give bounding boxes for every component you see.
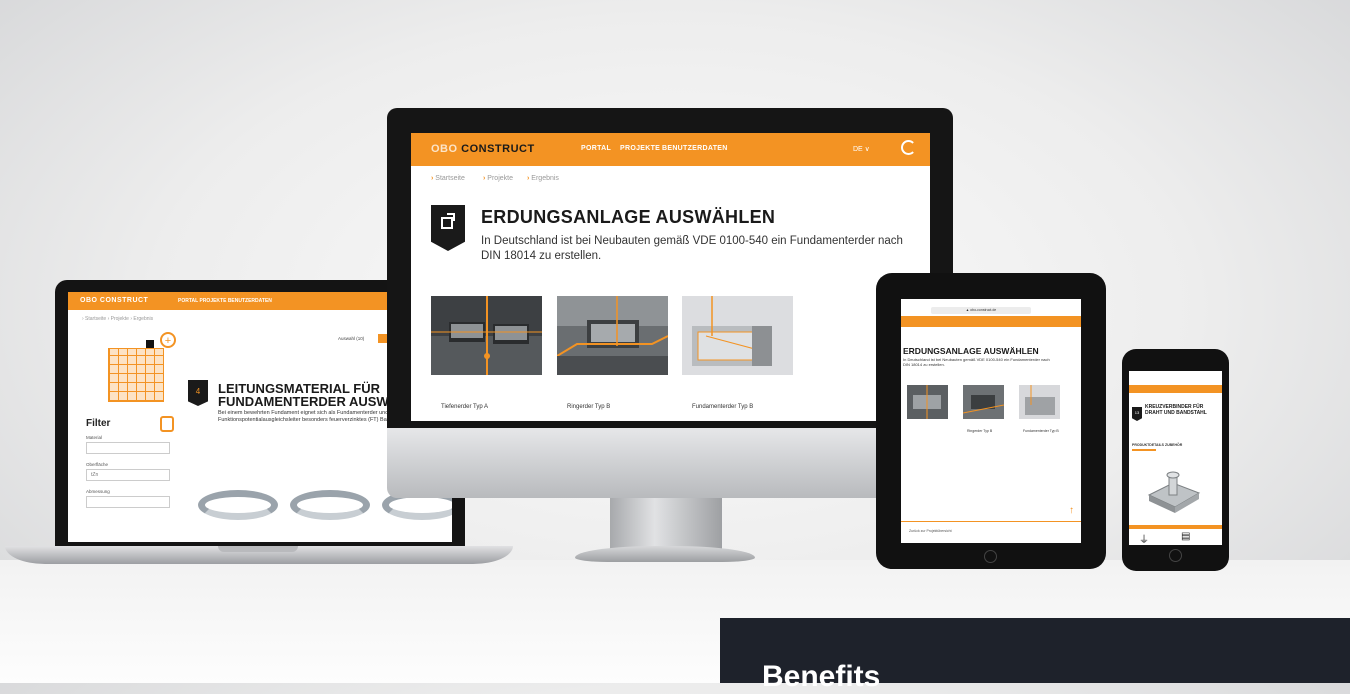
tablet-card-caption: Fundamenterder Typ B <box>1023 429 1059 433</box>
tablet-home-button[interactable] <box>984 550 997 563</box>
card-caption: Tiefenerder Typ A <box>441 404 489 410</box>
page-title: ERDUNGSANLAGE AUSWÄHLEN <box>481 207 776 227</box>
nav-portal[interactable]: PORTAL <box>581 145 611 152</box>
logout-icon[interactable] <box>901 140 916 155</box>
tablet-card-caption: Ringerder Typ B <box>967 429 993 433</box>
phone-bottom-bar <box>1129 525 1222 529</box>
steel-strip-coil-image[interactable] <box>198 490 278 520</box>
nav-projekte[interactable]: PROJEKTE <box>620 145 660 152</box>
phone-home-button[interactable] <box>1169 549 1182 562</box>
surface-label: Oberfläche <box>86 462 109 467</box>
card-caption: Fundamenterder Typ B <box>692 404 754 410</box>
laptop-select-label: Auswahl (10) <box>338 336 365 341</box>
phone-screen: 13 KREUZVERBINDER FÜR DRAHT UND BANDSTAH… <box>1129 371 1222 545</box>
tablet-url-bar[interactable]: ▲ obo-construct.de <box>931 307 1031 314</box>
monitor-screen: OBO CONSTRUCT PORTAL PROJEKTE BENUTZERDA… <box>411 133 930 421</box>
benefits-heading: Benefits <box>762 660 881 693</box>
earthing-option-card-tiefenerder[interactable] <box>431 296 542 375</box>
laptop-breadcrumb[interactable]: › Startseite › Projekte › Ergebnis <box>82 316 153 322</box>
document-icon[interactable]: ▤ <box>1181 531 1190 542</box>
monitor-header: OBO CONSTRUCT PORTAL PROJEKTE BENUTZERDA… <box>411 133 930 166</box>
tablet-option-card[interactable] <box>963 385 1004 419</box>
phone-tabs[interactable]: PRODUKTDETAILS ZUBEHÖR <box>1132 443 1182 447</box>
logo-obo: OBO <box>431 143 458 155</box>
benefits-panel: Benefits <box>720 618 1350 693</box>
material-select[interactable] <box>86 442 170 454</box>
surface-select[interactable]: tZn <box>86 469 170 481</box>
add-icon[interactable]: + <box>160 332 176 348</box>
tablet-option-card[interactable] <box>1019 385 1060 419</box>
phone-page-title: KREUZVERBINDER FÜR DRAHT UND BANDSTAHL <box>1145 404 1207 416</box>
tablet-header <box>901 316 1081 327</box>
map-pin-icon <box>146 340 154 348</box>
laptop-notch <box>218 546 298 552</box>
laptop-step-badge: 4 <box>188 380 208 406</box>
obo-construct-logo[interactable]: OBO CONSTRUCT <box>431 143 535 155</box>
tablet-page-title: ERDUNGSANLAGE AUSWÄHLEN <box>903 346 1039 356</box>
monitor-stand <box>610 498 722 550</box>
dimension-select[interactable] <box>86 496 170 508</box>
earthing-option-card-ringerder[interactable] <box>557 296 668 375</box>
earth-ground-icon[interactable]: ⏚ <box>1139 531 1149 545</box>
tablet-footer-link[interactable]: Zurück zur Projektübersicht <box>909 529 1069 533</box>
logo-construct: CONSTRUCT <box>461 143 535 155</box>
laptop-logo[interactable]: OBO CONSTRUCT <box>80 297 148 304</box>
breadcrumb-label: Ergebnis <box>531 175 559 182</box>
tablet-device: ▲ obo-construct.de ERDUNGSANLAGE AUSWÄHL… <box>876 273 1106 569</box>
breadcrumb-label: Projekte <box>487 175 513 182</box>
earthing-option-card-fundamenterder[interactable] <box>682 296 793 375</box>
select-shape-icon-corner <box>447 213 455 221</box>
language-selector[interactable]: DE ∨ <box>853 145 870 153</box>
tablet-divider <box>901 521 1081 522</box>
phone-header <box>1129 385 1222 393</box>
nav-benutzerdaten[interactable]: BENUTZERDATEN <box>662 145 728 152</box>
breadcrumb-projekte[interactable]: › Projekte <box>483 175 513 182</box>
breadcrumb-ergebnis[interactable]: › Ergebnis <box>527 175 559 182</box>
foundation-grid-diagram <box>108 348 164 402</box>
phone-active-tab-indicator <box>1132 449 1156 451</box>
laptop-nav[interactable]: PORTAL PROJEKTE BENUTZERDATEN <box>178 298 272 304</box>
tablet-page-text: In Deutschland ist bei Neubauten gemäß V… <box>903 357 1050 367</box>
dimension-label: Abmessung <box>86 489 110 494</box>
monitor-foot <box>575 546 755 562</box>
breadcrumb-label: Startseite <box>435 175 465 182</box>
steel-strip-coil-image[interactable] <box>290 490 370 520</box>
monitor-device: OBO CONSTRUCT PORTAL PROJEKTE BENUTZERDA… <box>387 108 953 428</box>
phone-device: 13 KREUZVERBINDER FÜR DRAHT UND BANDSTAH… <box>1122 349 1229 571</box>
filter-reset-icon[interactable] <box>160 416 174 432</box>
breadcrumb-startseite[interactable]: › Startseite <box>431 175 465 182</box>
filter-heading: Filter <box>86 418 111 429</box>
card-caption: Ringerder Typ B <box>567 404 611 410</box>
phone-step-badge: 13 <box>1132 407 1142 421</box>
monitor-chin <box>387 428 953 498</box>
material-label: Material <box>86 435 103 440</box>
tablet-option-card[interactable] <box>907 385 948 419</box>
scroll-top-icon[interactable]: ↑ <box>1069 505 1074 516</box>
page-intro-text: In Deutschland ist bei Neubauten gemäß V… <box>481 235 903 262</box>
tablet-screen: ▲ obo-construct.de ERDUNGSANLAGE AUSWÄHL… <box>901 299 1081 543</box>
cross-connector-product-image[interactable] <box>1143 469 1205 515</box>
